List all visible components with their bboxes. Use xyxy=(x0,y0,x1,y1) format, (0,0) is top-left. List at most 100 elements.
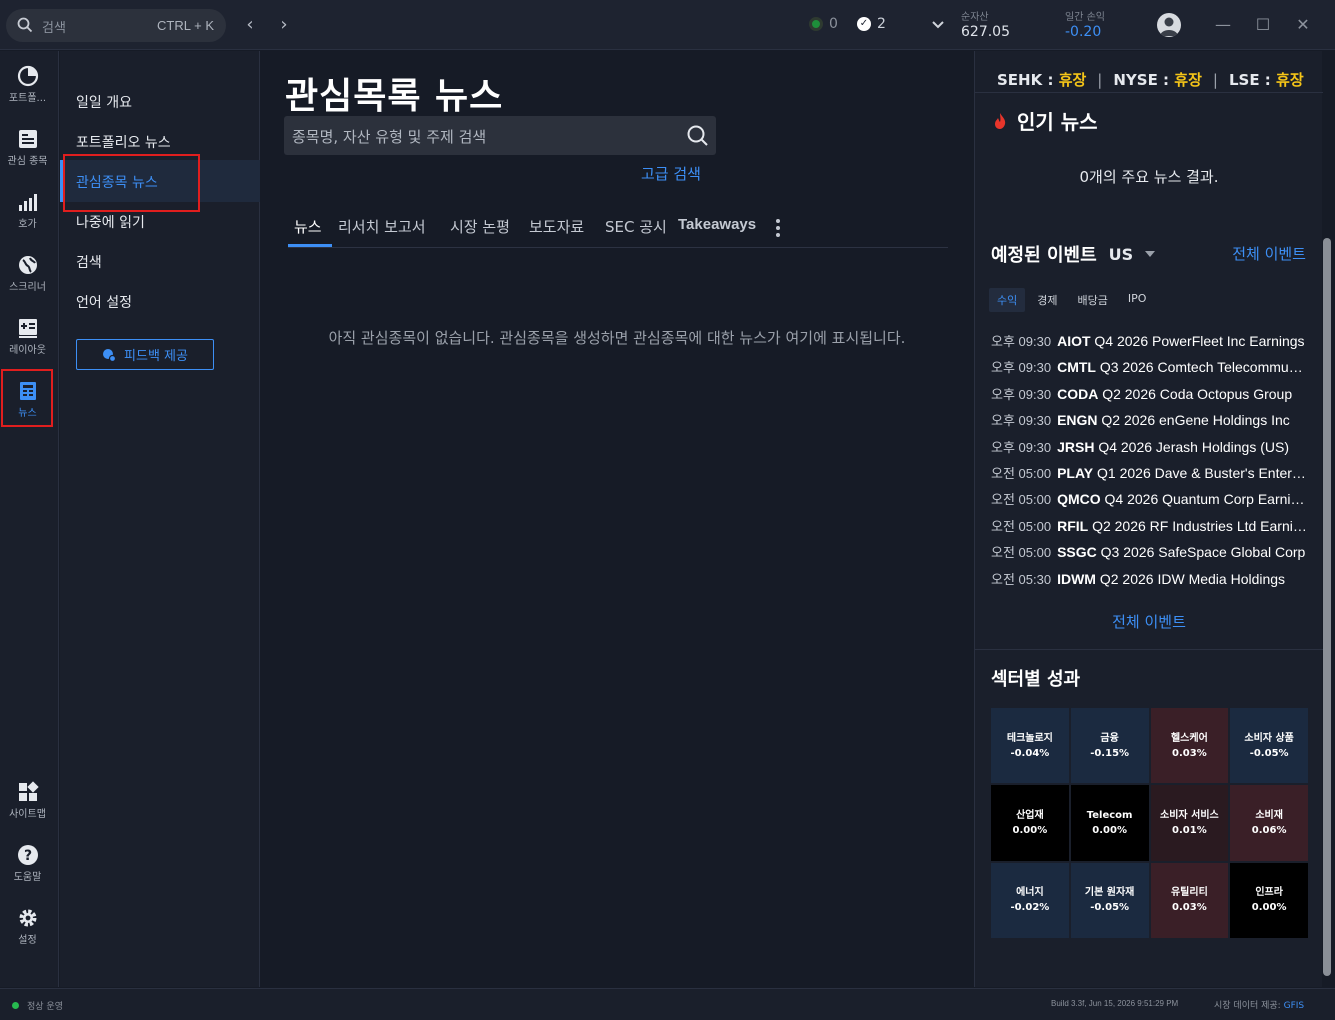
rail-layout-label: 레이아웃 xyxy=(9,345,46,356)
close-icon[interactable]: ✕ xyxy=(1293,14,1313,36)
fire-icon xyxy=(995,112,1006,129)
status-dot-icon xyxy=(12,1002,19,1009)
sector-change: -0.05% xyxy=(1090,902,1130,914)
data-provider-link[interactable]: GFIS xyxy=(1284,1001,1305,1011)
minimize-icon[interactable]: — xyxy=(1213,14,1233,36)
exchange-status: 휴장 xyxy=(1276,71,1304,89)
tab-takeaways[interactable]: Takeaways xyxy=(678,216,756,233)
event-description: Q3 2026 SafeSpace Global Corp xyxy=(1100,544,1306,561)
news-tabs: 뉴스 리서치 보고서 시장 논평 보도자료 SEC 공시 Takeaways xyxy=(288,213,948,248)
tab-sec-filings[interactable]: SEC 공시 xyxy=(605,216,667,237)
all-events-link-bottom[interactable]: 전체 이벤트 xyxy=(975,611,1323,632)
feedback-button[interactable]: 피드백 제공 xyxy=(76,339,214,370)
rail-portfolio[interactable]: 포트폴... xyxy=(0,59,55,117)
search-placeholder: 검색 xyxy=(42,21,66,36)
sector-cell[interactable]: 에너지 -0.02% xyxy=(991,862,1069,938)
sector-cell[interactable]: 산업재 0.00% xyxy=(991,785,1069,861)
market-selector[interactable]: US xyxy=(1109,245,1134,264)
subnav-daily-overview[interactable]: 일일 개요 xyxy=(76,92,132,112)
sector-change: 0.00% xyxy=(1092,824,1127,836)
all-events-link-top[interactable]: 전체 이벤트 xyxy=(1232,243,1306,264)
event-row[interactable]: 오전 05:00 RFIL Q2 2026 RF Industries Ltd E… xyxy=(991,516,1309,542)
news-search-input[interactable]: 종목명, 자산 유형 및 주제 검색 xyxy=(284,116,716,155)
tab-press-releases[interactable]: 보도자료 xyxy=(529,216,584,237)
event-row[interactable]: 오전 05:00 SSGC Q3 2026 SafeSpace Global Co… xyxy=(991,542,1309,568)
rail-screener[interactable]: 스크리너 xyxy=(0,248,55,306)
event-tab-economic[interactable]: 경제 xyxy=(1029,288,1065,312)
subnav-search[interactable]: 검색 xyxy=(76,252,102,272)
sector-cell[interactable]: 소비재 0.06% xyxy=(1230,785,1308,861)
event-row[interactable]: 오전 05:00 QMCO Q4 2026 Quantum Corp Earnin… xyxy=(991,489,1309,515)
event-row[interactable]: 오전 05:00 PLAY Q1 2026 Dave & Buster's Ent… xyxy=(991,463,1309,489)
events-list: 오후 09:30 AIOT Q4 2026 PowerFleet Inc Earn… xyxy=(991,331,1309,595)
event-tab-earnings[interactable]: 수익 xyxy=(989,288,1026,312)
connection-status[interactable]: 0 xyxy=(809,16,838,32)
event-tab-dividends[interactable]: 배당금 xyxy=(1070,288,1116,312)
rail-watchlist[interactable]: 관심 종목 xyxy=(0,122,55,180)
sector-cell[interactable]: 소비자 서비스 0.01% xyxy=(1150,785,1229,861)
sector-cell[interactable]: 헬스케어 0.03% xyxy=(1150,708,1229,784)
subnav-portfolio-news[interactable]: 포트폴리오 뉴스 xyxy=(76,132,171,152)
rail-quotes[interactable]: 호가 xyxy=(0,185,55,243)
chevron-down-icon[interactable] xyxy=(929,14,947,36)
rail-layout[interactable]: 레이아웃 xyxy=(0,311,55,369)
subnav-read-later[interactable]: 나중에 읽기 xyxy=(76,212,145,232)
event-description: Q2 2026 IDW Media Holdings xyxy=(1099,570,1286,587)
sector-change: -0.02% xyxy=(1010,902,1050,914)
exchange-status: 휴장 xyxy=(1058,71,1087,89)
event-row[interactable]: 오후 09:30 AIOT Q4 2026 PowerFleet Inc Earn… xyxy=(991,331,1309,357)
alert-status[interactable]: ✓ 2 xyxy=(857,16,886,32)
rail-quotes-label: 호가 xyxy=(18,219,37,230)
event-symbol: IDWM xyxy=(1057,570,1096,587)
advanced-search-link[interactable]: 고급 검색 xyxy=(641,163,701,184)
user-avatar-icon[interactable] xyxy=(1157,13,1181,37)
event-tab-ipo[interactable]: IPO xyxy=(1120,288,1155,312)
search-icon[interactable] xyxy=(686,124,710,148)
back-arrow-icon[interactable]: ‹ xyxy=(241,14,259,36)
event-description: Q1 2026 Dave & Buster's Entertainment xyxy=(1097,464,1309,481)
icon-rail: 포트폴... 관심 종목 호가 스크리너 레이아웃 뉴스 사이트맵 ? 도움말 … xyxy=(0,51,59,987)
sector-cell[interactable]: 인프라 0.00% xyxy=(1230,862,1308,938)
chevron-down-icon[interactable] xyxy=(1145,251,1156,257)
tab-news[interactable]: 뉴스 xyxy=(294,216,322,237)
sector-heatmap: 테크놀로지 -0.04% 금융 -0.15% 헬스케어 0.03% 소비자 상품 -0.05%… xyxy=(991,708,1308,938)
scrollbar[interactable] xyxy=(1323,238,1331,976)
page-title: 관심목록 뉴스 xyxy=(285,76,504,117)
highlight-box-watchlist-news xyxy=(63,154,200,212)
sector-cell[interactable]: 기본 원자재 -0.05% xyxy=(1070,862,1149,938)
event-symbol: CMTL xyxy=(1057,359,1096,376)
forward-arrow-icon[interactable]: › xyxy=(275,14,293,36)
sector-cell[interactable]: 금융 -0.15% xyxy=(1070,708,1149,784)
data-provider-label: 시장 데이터 제공: xyxy=(1214,1001,1281,1011)
rail-sitemap[interactable]: 사이트맵 xyxy=(0,775,55,833)
more-options-icon[interactable] xyxy=(776,219,780,240)
event-row[interactable]: 오후 09:30 ENGN Q2 2026 enGene Holdings Inc xyxy=(991,410,1309,436)
status-bar: 정상 운영 Build 3.3f, Jun 15, 2026 9:51:29 P… xyxy=(0,988,1335,1020)
event-row[interactable]: 오후 09:30 CMTL Q3 2026 Comtech Telecommuni… xyxy=(991,357,1309,383)
tab-research-reports[interactable]: 리서치 보고서 xyxy=(338,216,426,237)
highlight-box-news xyxy=(1,369,53,427)
event-row[interactable]: 오전 05:30 IDWM Q2 2026 IDW Media Holdings xyxy=(991,569,1309,595)
top-bar: 검색 CTRL + K ‹ › 0 ✓ 2 순자산 627.05 일간 손익 -… xyxy=(0,0,1335,50)
event-description: Q2 2026 RF Industries Ltd Earnings xyxy=(1092,517,1309,534)
event-time: 오전 05:00 xyxy=(991,492,1052,508)
event-description: Q3 2026 Comtech Telecommunications xyxy=(1099,359,1309,376)
daily-pnl-label: 일간 손익 xyxy=(1065,12,1105,23)
sector-cell[interactable]: Telecom 0.00% xyxy=(1070,785,1149,861)
rail-settings[interactable]: 설정 xyxy=(0,901,55,959)
event-time: 오후 09:30 xyxy=(991,334,1052,349)
sector-name: 헬스케어 xyxy=(1170,732,1208,744)
global-search-input[interactable]: 검색 CTRL + K xyxy=(6,9,226,42)
news-search-placeholder: 종목명, 자산 유형 및 주제 검색 xyxy=(292,128,487,146)
sector-cell[interactable]: 유틸리티 0.03% xyxy=(1150,862,1229,938)
subnav-language-settings[interactable]: 언어 설정 xyxy=(76,292,132,312)
sector-cell[interactable]: 소비자 상품 -0.05% xyxy=(1230,708,1308,784)
sector-cell[interactable]: 테크놀로지 -0.04% xyxy=(991,708,1069,784)
rail-help[interactable]: ? 도움말 xyxy=(0,838,55,896)
event-row[interactable]: 오후 09:30 JRSH Q4 2026 Jerash Holdings (US… xyxy=(991,437,1309,463)
rail-settings-label: 설정 xyxy=(18,935,37,946)
event-row[interactable]: 오후 09:30 CODA Q2 2026 Coda Octopus Group xyxy=(991,384,1309,410)
tab-market-commentary[interactable]: 시장 논평 xyxy=(450,216,510,237)
sector-name: Telecom xyxy=(1086,809,1133,821)
maximize-icon[interactable]: ☐ xyxy=(1253,14,1273,36)
